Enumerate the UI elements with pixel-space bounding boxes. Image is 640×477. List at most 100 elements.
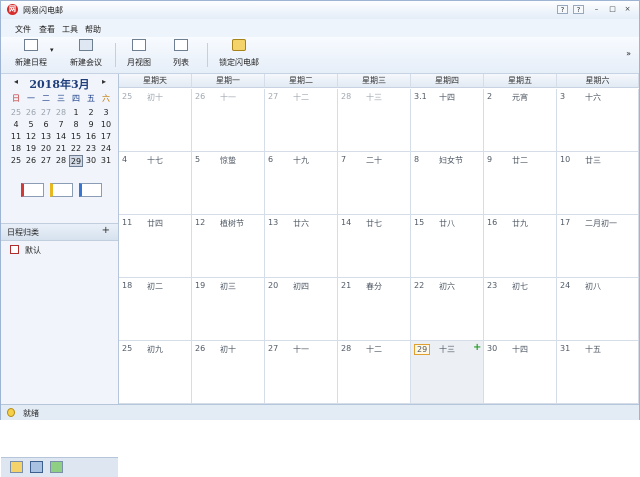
mail-view-icon[interactable] — [10, 461, 23, 473]
mini-calendar-day[interactable]: 30 — [84, 155, 98, 167]
mini-calendar-day[interactable]: 18 — [9, 143, 23, 155]
category-item-default[interactable]: 默认 — [10, 244, 110, 256]
mini-calendar-day[interactable]: 5 — [24, 119, 38, 131]
mini-calendar-day[interactable]: 13 — [39, 131, 53, 143]
lock-button[interactable]: 锁定闪电邮 — [219, 39, 259, 69]
day-cell[interactable]: 9 廿二 — [484, 152, 557, 215]
day-cell[interactable]: 13 廿六 — [265, 215, 338, 278]
day-cell-today[interactable]: 29 十三 + — [411, 341, 484, 404]
mini-calendar-day[interactable]: 26 — [24, 107, 38, 119]
menu-view[interactable]: 查看 — [39, 24, 55, 35]
mini-calendar-day[interactable]: 25 — [9, 107, 23, 119]
prev-month-icon[interactable]: ◂ — [14, 77, 18, 86]
day-cell[interactable]: 3.1 十四 — [411, 89, 484, 152]
mini-calendar-day[interactable]: 25 — [9, 155, 23, 167]
calendar-view-icon[interactable] — [30, 461, 43, 473]
skin-button[interactable]: ? — [557, 5, 568, 14]
mini-calendar-day[interactable]: 2 — [84, 107, 98, 119]
add-event-icon[interactable]: + — [473, 342, 481, 353]
new-schedule-dropdown-icon[interactable]: ▾ — [50, 46, 54, 54]
day-cell[interactable]: 25 初九 — [119, 341, 192, 404]
day-cell[interactable]: 7 二十 — [338, 152, 411, 215]
day-cell[interactable]: 12 植树节 — [192, 215, 265, 278]
mini-calendar-day[interactable]: 14 — [54, 131, 68, 143]
menu-file[interactable]: 文件 — [15, 24, 31, 35]
day-cell[interactable]: 3 十六 — [557, 89, 639, 152]
day-cell[interactable]: 2 元宵 — [484, 89, 557, 152]
mini-calendar-day[interactable]: 28 — [54, 155, 68, 167]
mini-calendar-day[interactable]: 24 — [99, 143, 113, 155]
day-cell[interactable]: 27 十二 — [265, 89, 338, 152]
day-cell[interactable]: 24 初八 — [557, 278, 639, 341]
menu-bar: 文件 查看 工具 帮助 — [1, 21, 639, 35]
mini-calendar-day[interactable]: 11 — [9, 131, 23, 143]
minimize-button[interactable]: – — [591, 5, 602, 14]
close-button[interactable]: × — [622, 5, 633, 14]
day-cell[interactable]: 30 十四 — [484, 341, 557, 404]
mini-calendar-day[interactable]: 19 — [24, 143, 38, 155]
day-cell[interactable]: 8 妇女节 — [411, 152, 484, 215]
help-button[interactable]: ? — [573, 5, 584, 14]
filter-red-button[interactable] — [21, 183, 44, 197]
mini-calendar-day[interactable]: 10 — [99, 119, 113, 131]
day-cell[interactable]: 26 初十 — [192, 341, 265, 404]
day-cell[interactable]: 4 十七 — [119, 152, 192, 215]
category-checkbox[interactable] — [10, 245, 19, 254]
next-month-icon[interactable]: ▸ — [102, 77, 106, 86]
day-cell[interactable]: 6 十九 — [265, 152, 338, 215]
day-cell[interactable]: 17 二月初一 — [557, 215, 639, 278]
day-cell[interactable]: 23 初七 — [484, 278, 557, 341]
day-cell[interactable]: 22 初六 — [411, 278, 484, 341]
day-cell[interactable]: 5 惊蛰 — [192, 152, 265, 215]
mini-calendar-day[interactable]: 27 — [39, 107, 53, 119]
mini-calendar-day[interactable]: 23 — [84, 143, 98, 155]
day-cell[interactable]: 31 十五 — [557, 341, 639, 404]
day-cell[interactable]: 28 十二 — [338, 341, 411, 404]
day-cell[interactable]: 16 廿九 — [484, 215, 557, 278]
filter-blue-button[interactable] — [79, 183, 102, 197]
day-cell[interactable]: 11 廿四 — [119, 215, 192, 278]
mini-calendar-day[interactable]: 1 — [69, 107, 83, 119]
mini-calendar-day[interactable]: 21 — [54, 143, 68, 155]
day-cell[interactable]: 26 十一 — [192, 89, 265, 152]
mini-calendar-day[interactable]: 31 — [99, 155, 113, 167]
filter-yellow-button[interactable] — [50, 183, 73, 197]
mini-calendar-day[interactable]: 3 — [99, 107, 113, 119]
mini-calendar-day[interactable]: 16 — [84, 131, 98, 143]
maximize-button[interactable]: □ — [607, 5, 618, 14]
contacts-view-icon[interactable] — [50, 461, 63, 473]
mini-calendar-day[interactable]: 20 — [39, 143, 53, 155]
day-cell[interactable]: 27 十一 — [265, 341, 338, 404]
day-cell[interactable]: 14 廿七 — [338, 215, 411, 278]
mini-calendar-day[interactable]: 27 — [39, 155, 53, 167]
mini-calendar-day[interactable]: 29 — [69, 155, 83, 167]
mini-calendar-day[interactable]: 7 — [54, 119, 68, 131]
mini-calendar-day[interactable]: 8 — [69, 119, 83, 131]
day-cell[interactable]: 28 十三 — [338, 89, 411, 152]
mini-calendar-day[interactable]: 12 — [24, 131, 38, 143]
day-cell[interactable]: 15 廿八 — [411, 215, 484, 278]
menu-tools[interactable]: 工具 — [62, 24, 78, 35]
day-cell[interactable]: 18 初二 — [119, 278, 192, 341]
new-schedule-button[interactable]: 新建日程 — [13, 39, 49, 69]
day-cell[interactable]: 21 春分 — [338, 278, 411, 341]
new-meeting-button[interactable]: 新建会议 — [67, 39, 105, 69]
day-cell[interactable]: 10 廿三 — [557, 152, 639, 215]
day-cell[interactable]: 25 初十 — [119, 89, 192, 152]
day-cell[interactable]: 19 初三 — [192, 278, 265, 341]
menu-help[interactable]: 帮助 — [85, 24, 101, 35]
month-view-button[interactable]: 月视图 — [125, 39, 153, 69]
mini-calendar-day[interactable]: 15 — [69, 131, 83, 143]
toolbar-overflow-icon[interactable]: » — [626, 49, 631, 58]
mini-calendar-day[interactable]: 9 — [84, 119, 98, 131]
mini-calendar-day[interactable]: 22 — [69, 143, 83, 155]
mini-calendar-day[interactable]: 26 — [24, 155, 38, 167]
mini-calendar-day[interactable]: 17 — [99, 131, 113, 143]
toolbar: 新建日程 ▾ 新建会议 月视图 列表 锁定闪电邮 » — [1, 37, 639, 74]
list-view-button[interactable]: 列表 — [171, 39, 191, 69]
mini-calendar-day[interactable]: 4 — [9, 119, 23, 131]
mini-calendar-day[interactable]: 28 — [54, 107, 68, 119]
day-cell[interactable]: 20 初四 — [265, 278, 338, 341]
mini-calendar-day[interactable]: 6 — [39, 119, 53, 131]
add-category-icon[interactable]: + — [102, 225, 110, 236]
